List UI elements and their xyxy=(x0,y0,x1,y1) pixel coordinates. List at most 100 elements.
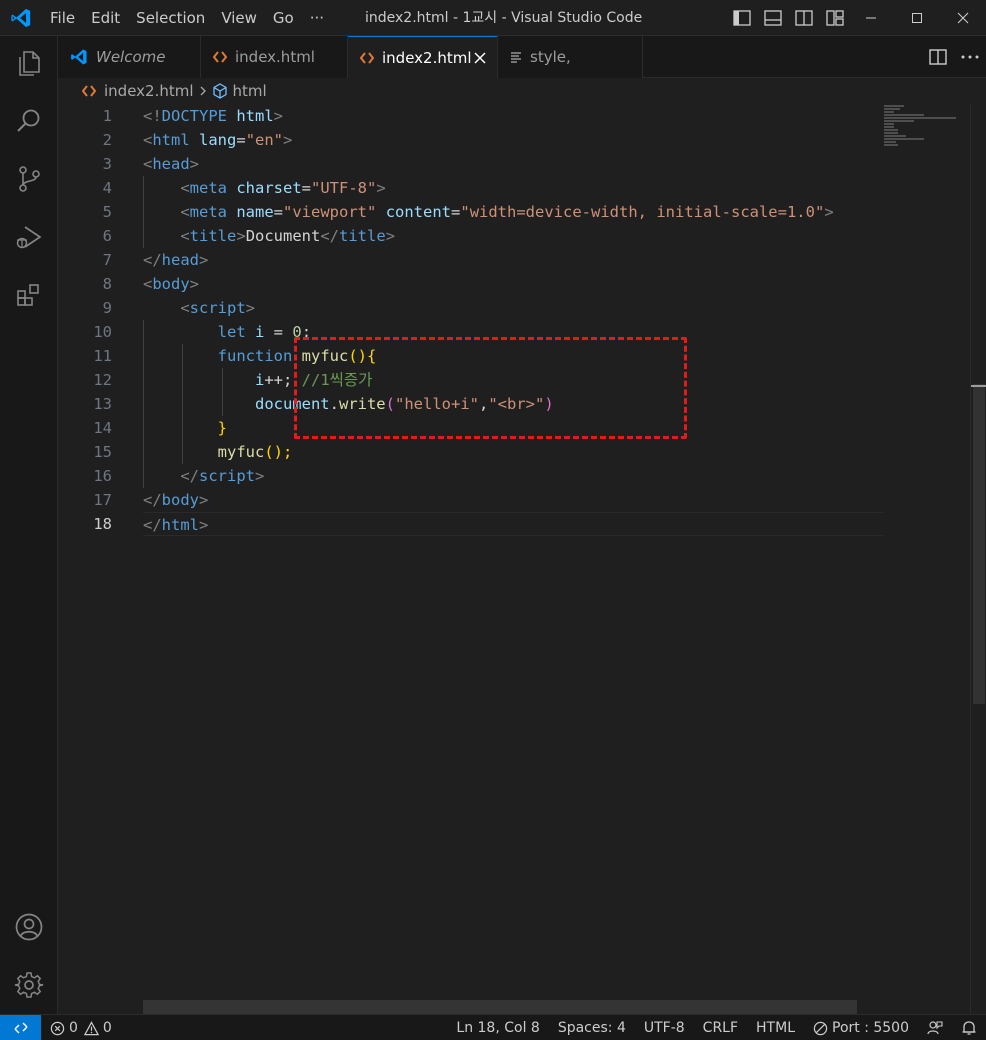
explorer-icon[interactable] xyxy=(0,39,58,87)
line-number: 14 xyxy=(93,419,112,437)
line-number: 8 xyxy=(102,275,112,293)
line-number: 15 xyxy=(93,443,112,461)
error-icon xyxy=(50,1021,65,1036)
warning-icon xyxy=(83,1020,99,1036)
status-bar-right: Ln 18, Col 8 Spaces: 4 UTF-8 CRLF HTML P… xyxy=(447,1015,986,1040)
toggle-panel-icon[interactable] xyxy=(757,0,788,36)
menu-go[interactable]: Go xyxy=(265,0,302,36)
indentation[interactable]: Spaces: 4 xyxy=(549,1015,635,1040)
code-line: <body> xyxy=(143,275,200,293)
language-mode[interactable]: HTML xyxy=(747,1015,804,1040)
notifications-bell-icon[interactable] xyxy=(952,1020,986,1036)
toggle-primary-sidebar-icon[interactable] xyxy=(726,0,757,36)
line-number: 3 xyxy=(102,155,112,173)
code-line: </head> xyxy=(143,251,209,269)
split-editor-icon[interactable] xyxy=(922,36,954,78)
tab-label: index2.html xyxy=(382,48,472,67)
line-number: 12 xyxy=(93,371,112,389)
feedback-icon[interactable] xyxy=(918,1020,952,1036)
line-number-gutter: 1 2 3 4 5 6 7 8 9 10 11 12 13 14 15 16 17 18 xyxy=(58,104,128,536)
line-number: 16 xyxy=(93,467,112,485)
line-number: 2 xyxy=(102,131,112,149)
vscode-logo-icon xyxy=(10,7,32,29)
html-icon xyxy=(82,85,96,97)
code-line: function myfuc(){ xyxy=(217,347,377,365)
code-content[interactable]: <!DOCTYPE html> <html lang="en"> <head> … xyxy=(143,104,883,536)
tab-bar: Welcome index.html index2.html style, xyxy=(58,36,986,78)
manage-gear-icon[interactable] xyxy=(0,961,58,1009)
code-line: <head> xyxy=(143,155,200,173)
more-actions-icon[interactable] xyxy=(954,36,986,78)
menu-file[interactable]: File xyxy=(42,0,83,36)
line-number: 9 xyxy=(102,299,112,317)
html-icon xyxy=(360,51,374,64)
line-number: 18 xyxy=(93,515,112,533)
tab-style[interactable]: style, xyxy=(498,36,643,78)
status-bar: 0 0 Ln 18, Col 8 Spaces: 4 UTF-8 CRLF HT… xyxy=(0,1014,986,1040)
close-tab-icon[interactable] xyxy=(471,49,489,67)
source-control-icon[interactable] xyxy=(0,155,58,203)
tab-label: style, xyxy=(530,48,571,66)
menu-selection[interactable]: Selection xyxy=(128,0,213,36)
code-line: myfuc(); xyxy=(217,443,293,461)
scrollbar-thumb[interactable] xyxy=(973,384,985,704)
code-line: <script> xyxy=(180,299,256,317)
editor-actions xyxy=(922,36,986,78)
breadcrumb-symbol-label: html xyxy=(232,82,267,100)
tab-index-html[interactable]: index.html xyxy=(201,36,348,78)
vertical-scrollbar[interactable] xyxy=(970,104,986,1014)
maximize-icon[interactable] xyxy=(894,0,940,36)
line-number: 11 xyxy=(93,347,112,365)
minimap[interactable] xyxy=(884,104,970,154)
menu-view[interactable]: View xyxy=(213,0,265,36)
breadcrumb-symbol[interactable]: html xyxy=(212,82,267,100)
code-line: } xyxy=(217,419,227,437)
code-line: let i = 0; xyxy=(217,323,312,341)
accounts-icon[interactable] xyxy=(0,903,58,951)
run-debug-icon[interactable] xyxy=(0,213,58,261)
breadcrumb: index2.html html xyxy=(58,78,986,104)
line-number: 10 xyxy=(93,323,112,341)
tab-label: index.html xyxy=(235,48,315,66)
minimize-icon[interactable] xyxy=(848,0,894,36)
symbol-element-icon xyxy=(212,83,228,99)
tab-index2-html[interactable]: index2.html xyxy=(348,36,498,78)
end-of-line[interactable]: CRLF xyxy=(694,1015,747,1040)
layout-controls xyxy=(726,0,850,36)
line-number: 7 xyxy=(102,251,112,269)
line-number: 5 xyxy=(102,203,112,221)
title-bar: File Edit Selection View Go ··· index2.h… xyxy=(0,0,986,36)
tab-label: Welcome xyxy=(96,48,166,66)
menu-more[interactable]: ··· xyxy=(302,0,332,36)
menu-edit[interactable]: Edit xyxy=(83,0,128,36)
html-icon xyxy=(213,51,227,63)
remote-indicator-icon[interactable] xyxy=(0,1015,41,1040)
code-editor[interactable]: 1 2 3 4 5 6 7 8 9 10 11 12 13 14 15 16 17 18 <!DOCTYPE ht… xyxy=(58,104,986,1014)
close-window-icon[interactable] xyxy=(940,0,986,36)
activity-bar xyxy=(0,36,58,1014)
window-controls xyxy=(848,0,986,36)
encoding[interactable]: UTF-8 xyxy=(635,1015,694,1040)
code-line: <meta name="viewport" content="width=dev… xyxy=(180,203,834,221)
vscode-icon xyxy=(70,48,88,66)
cursor-position[interactable]: Ln 18, Col 8 xyxy=(447,1015,548,1040)
toggle-secondary-sidebar-icon[interactable] xyxy=(788,0,819,36)
line-number: 1 xyxy=(102,107,112,125)
code-line-current: </html> xyxy=(143,512,883,536)
tab-welcome[interactable]: Welcome xyxy=(58,36,201,78)
code-line: </body> xyxy=(143,491,209,509)
breadcrumb-file[interactable]: index2.html xyxy=(82,82,194,100)
line-number: 6 xyxy=(102,227,112,245)
cursor-position-marker xyxy=(971,385,986,387)
customize-layout-icon[interactable] xyxy=(819,0,850,36)
extensions-icon[interactable] xyxy=(0,271,58,319)
problems-indicator[interactable]: 0 0 xyxy=(50,1015,112,1040)
live-server-port[interactable]: Port : 5500 xyxy=(804,1015,918,1040)
port-label: Port : 5500 xyxy=(832,1020,909,1036)
code-line: </script> xyxy=(180,467,265,485)
search-icon[interactable] xyxy=(0,97,58,145)
window-title: index2.html - 1교시 - Visual Studio Code xyxy=(365,10,643,26)
horizontal-scrollbar[interactable] xyxy=(143,1000,857,1014)
css-icon xyxy=(510,51,522,63)
line-number: 4 xyxy=(102,179,112,197)
